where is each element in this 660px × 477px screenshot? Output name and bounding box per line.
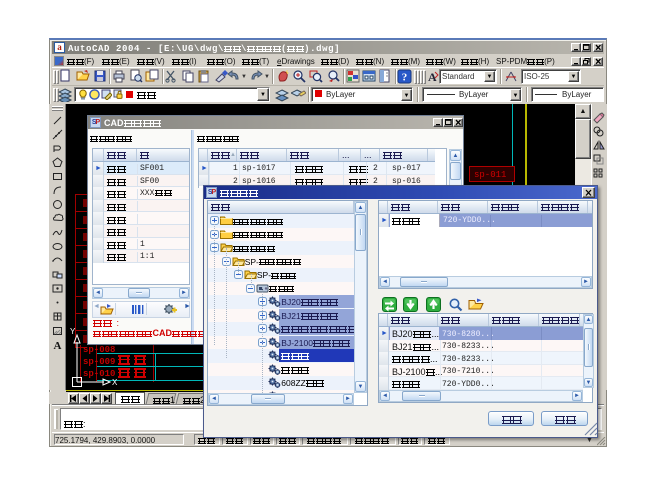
- svg-text:A: A: [54, 340, 62, 351]
- svg-text:X: X: [112, 378, 118, 387]
- svg-text:?: ?: [402, 72, 408, 84]
- svg-text:Y: Y: [70, 327, 76, 336]
